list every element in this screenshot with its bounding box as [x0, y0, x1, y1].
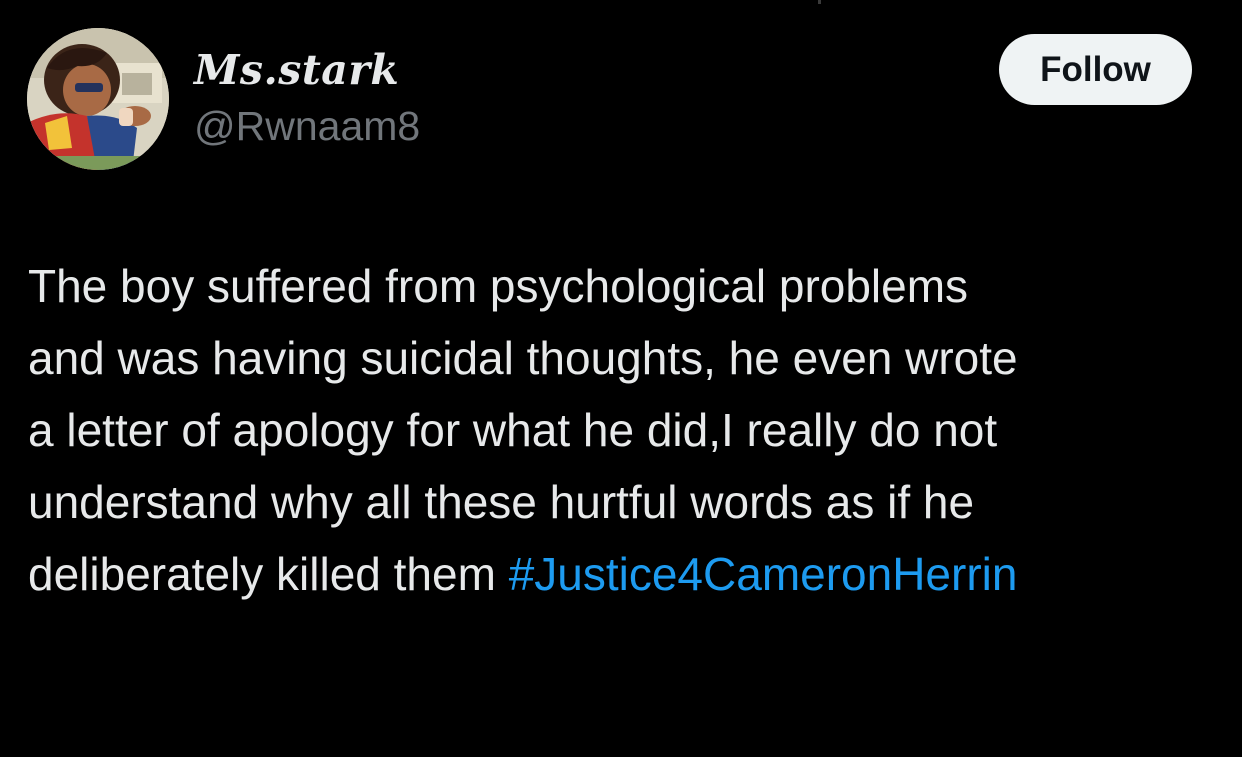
display-name[interactable]: Ms.stark — [194, 46, 420, 94]
tweet-header: Ms.stark @Rwnaam8 Follow — [27, 28, 1192, 174]
user-handle[interactable]: @Rwnaam8 — [194, 102, 420, 150]
hashtag-link[interactable]: #Justice4CameronHerrin — [509, 548, 1018, 600]
avatar[interactable] — [27, 28, 169, 170]
tweet-card: Ms.stark @Rwnaam8 Follow The boy suffere… — [0, 0, 1242, 757]
user-names: Ms.stark @Rwnaam8 — [194, 46, 420, 150]
tweet-text: The boy suffered from psychological prob… — [28, 250, 1228, 610]
follow-button[interactable]: Follow — [999, 34, 1192, 105]
scroll-indicator — [818, 0, 821, 4]
